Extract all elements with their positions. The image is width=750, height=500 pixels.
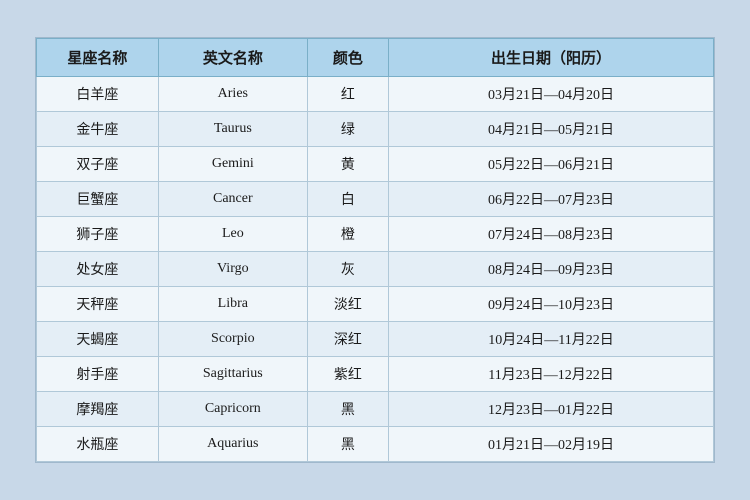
table-header-row: 星座名称 英文名称 颜色 出生日期（阳历） [37, 39, 714, 77]
cell-date: 07月24日—08月23日 [389, 217, 714, 252]
table-body: 白羊座Aries红03月21日—04月20日金牛座Taurus绿04月21日—0… [37, 77, 714, 462]
cell-en: Aquarius [158, 427, 307, 462]
cell-color: 深红 [307, 322, 388, 357]
cell-en: Cancer [158, 182, 307, 217]
table-row: 狮子座Leo橙07月24日—08月23日 [37, 217, 714, 252]
cell-color: 黑 [307, 392, 388, 427]
zodiac-table-container: 星座名称 英文名称 颜色 出生日期（阳历） 白羊座Aries红03月21日—04… [35, 37, 715, 463]
cell-zh: 射手座 [37, 357, 159, 392]
cell-zh: 摩羯座 [37, 392, 159, 427]
table-row: 天秤座Libra淡红09月24日—10月23日 [37, 287, 714, 322]
cell-zh: 水瓶座 [37, 427, 159, 462]
cell-en: Virgo [158, 252, 307, 287]
header-color: 颜色 [307, 39, 388, 77]
cell-zh: 金牛座 [37, 112, 159, 147]
cell-color: 灰 [307, 252, 388, 287]
cell-color: 黑 [307, 427, 388, 462]
cell-zh: 白羊座 [37, 77, 159, 112]
zodiac-table: 星座名称 英文名称 颜色 出生日期（阳历） 白羊座Aries红03月21日—04… [36, 38, 714, 462]
cell-date: 04月21日—05月21日 [389, 112, 714, 147]
header-en: 英文名称 [158, 39, 307, 77]
cell-date: 05月22日—06月21日 [389, 147, 714, 182]
cell-en: Capricorn [158, 392, 307, 427]
table-row: 金牛座Taurus绿04月21日—05月21日 [37, 112, 714, 147]
cell-date: 08月24日—09月23日 [389, 252, 714, 287]
cell-date: 01月21日—02月19日 [389, 427, 714, 462]
cell-color: 橙 [307, 217, 388, 252]
table-row: 水瓶座Aquarius黑01月21日—02月19日 [37, 427, 714, 462]
cell-zh: 天蝎座 [37, 322, 159, 357]
table-row: 双子座Gemini黄05月22日—06月21日 [37, 147, 714, 182]
table-row: 处女座Virgo灰08月24日—09月23日 [37, 252, 714, 287]
cell-en: Gemini [158, 147, 307, 182]
cell-zh: 狮子座 [37, 217, 159, 252]
cell-color: 红 [307, 77, 388, 112]
header-zh: 星座名称 [37, 39, 159, 77]
cell-en: Leo [158, 217, 307, 252]
cell-en: Libra [158, 287, 307, 322]
cell-zh: 处女座 [37, 252, 159, 287]
cell-date: 03月21日—04月20日 [389, 77, 714, 112]
table-row: 巨蟹座Cancer白06月22日—07月23日 [37, 182, 714, 217]
cell-date: 12月23日—01月22日 [389, 392, 714, 427]
table-row: 射手座Sagittarius紫红11月23日—12月22日 [37, 357, 714, 392]
cell-en: Scorpio [158, 322, 307, 357]
cell-color: 白 [307, 182, 388, 217]
cell-zh: 双子座 [37, 147, 159, 182]
cell-color: 绿 [307, 112, 388, 147]
cell-date: 09月24日—10月23日 [389, 287, 714, 322]
header-date: 出生日期（阳历） [389, 39, 714, 77]
cell-zh: 天秤座 [37, 287, 159, 322]
cell-date: 06月22日—07月23日 [389, 182, 714, 217]
cell-date: 10月24日—11月22日 [389, 322, 714, 357]
cell-color: 紫红 [307, 357, 388, 392]
table-row: 摩羯座Capricorn黑12月23日—01月22日 [37, 392, 714, 427]
table-row: 白羊座Aries红03月21日—04月20日 [37, 77, 714, 112]
cell-en: Taurus [158, 112, 307, 147]
cell-en: Aries [158, 77, 307, 112]
cell-color: 黄 [307, 147, 388, 182]
cell-zh: 巨蟹座 [37, 182, 159, 217]
cell-en: Sagittarius [158, 357, 307, 392]
cell-color: 淡红 [307, 287, 388, 322]
table-row: 天蝎座Scorpio深红10月24日—11月22日 [37, 322, 714, 357]
cell-date: 11月23日—12月22日 [389, 357, 714, 392]
